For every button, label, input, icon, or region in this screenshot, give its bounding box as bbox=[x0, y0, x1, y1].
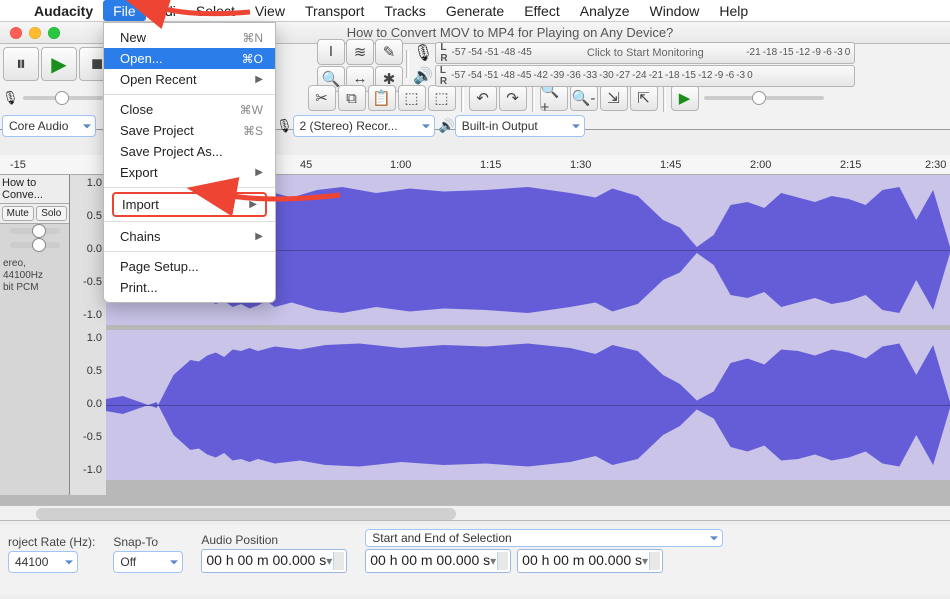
snap-to-label: Snap-To bbox=[113, 535, 183, 549]
zoom-in-button[interactable]: 🔍+ bbox=[540, 85, 568, 111]
menu-export[interactable]: Export bbox=[104, 162, 275, 183]
mac-menubar[interactable]: Audacity File Edi Select View Transport … bbox=[0, 0, 950, 22]
track-name-label[interactable]: How to Conve... bbox=[2, 177, 67, 201]
envelope-tool-icon[interactable]: ≋ bbox=[346, 39, 374, 65]
redo-button[interactable]: ↷ bbox=[499, 85, 527, 111]
pause-button[interactable]: ⏸ bbox=[3, 47, 39, 81]
speaker-icon: 🔊 bbox=[413, 66, 433, 86]
project-rate-select[interactable]: 44100 bbox=[8, 551, 78, 573]
selection-tool-icon[interactable]: I bbox=[317, 39, 345, 65]
apple-menu-icon[interactable] bbox=[8, 8, 24, 13]
mic-device-icon: 🎙 bbox=[276, 118, 293, 134]
menubar-transport[interactable]: Transport bbox=[295, 0, 374, 21]
pan-slider[interactable] bbox=[10, 242, 60, 248]
waveform-right-channel[interactable] bbox=[106, 330, 950, 480]
app-name[interactable]: Audacity bbox=[24, 0, 103, 21]
play-speed-slider[interactable] bbox=[704, 96, 824, 100]
menu-close[interactable]: Close⌘W bbox=[104, 99, 275, 120]
play-button[interactable]: ▶ bbox=[41, 47, 77, 81]
playback-meter[interactable]: LR -57-54-51-48-45-42-39-36-33-30-27-24-… bbox=[435, 65, 855, 87]
solo-button[interactable]: Solo bbox=[36, 206, 68, 221]
menubar-tracks[interactable]: Tracks bbox=[374, 0, 435, 21]
mic-gain-icon: 🎙 bbox=[2, 90, 19, 106]
menu-chains[interactable]: Chains bbox=[104, 226, 275, 247]
tool-palette: I ≋ ✎ 🔍 ↔ ✱ bbox=[316, 38, 402, 91]
draw-tool-icon[interactable]: ✎ bbox=[375, 39, 403, 65]
selection-end-field[interactable]: 00 h 00 m 00.000 s▾ bbox=[517, 549, 663, 573]
menu-open[interactable]: Open...⌘O bbox=[104, 48, 275, 69]
mic-icon: 🎙 bbox=[413, 43, 433, 63]
track-control-panel[interactable]: How to Conve... Mute Solo ereo, 44100Hz … bbox=[0, 175, 70, 495]
project-rate-label: roject Rate (Hz): bbox=[8, 535, 95, 549]
silence-button[interactable]: ⬚ bbox=[428, 85, 456, 111]
audio-position-field[interactable]: 00 h 00 m 00.000 s▾ bbox=[201, 549, 347, 573]
trim-button[interactable]: ⬚ bbox=[398, 85, 426, 111]
menubar-generate[interactable]: Generate bbox=[436, 0, 514, 21]
callout-arrow-file-icon bbox=[150, 0, 260, 22]
window-zoom-icon[interactable] bbox=[48, 27, 60, 39]
selection-toolbar: roject Rate (Hz): 44100 Snap-To Off Audi… bbox=[0, 525, 950, 595]
fit-selection-button[interactable]: ⇲ bbox=[600, 85, 628, 111]
paste-button[interactable]: 📋 bbox=[368, 85, 396, 111]
menu-save-project-as[interactable]: Save Project As... bbox=[104, 141, 275, 162]
cut-button[interactable]: ✂ bbox=[308, 85, 336, 111]
menubar-window[interactable]: Window bbox=[640, 0, 710, 21]
menubar-analyze[interactable]: Analyze bbox=[570, 0, 640, 21]
window-close-icon[interactable] bbox=[10, 27, 22, 39]
track-format-info: ereo, 44100Hz bit PCM bbox=[0, 256, 69, 296]
recording-meter[interactable]: LR -57-54-51-48-45 Click to Start Monito… bbox=[435, 42, 855, 64]
recording-volume-slider[interactable] bbox=[23, 96, 103, 100]
file-menu-dropdown[interactable]: New⌘N Open...⌘O Open Recent Close⌘W Save… bbox=[103, 22, 276, 303]
gain-slider[interactable] bbox=[10, 228, 60, 234]
speaker-device-icon: 🔊 bbox=[439, 118, 455, 134]
menubar-effect[interactable]: Effect bbox=[514, 0, 570, 21]
mute-button[interactable]: Mute bbox=[2, 206, 34, 221]
fit-project-button[interactable]: ⇱ bbox=[630, 85, 658, 111]
menu-open-recent[interactable]: Open Recent bbox=[104, 69, 275, 90]
amplitude-scale: 1.0 0.5 0.0 -0.5 -1.0 1.0 0.5 0.0 -0.5 -… bbox=[70, 175, 106, 495]
menu-page-setup[interactable]: Page Setup... bbox=[104, 256, 275, 277]
recording-device-select[interactable]: 2 (Stereo) Recor... bbox=[293, 115, 435, 137]
play-at-speed-button[interactable]: ▶ bbox=[671, 85, 699, 111]
undo-button[interactable]: ↶ bbox=[469, 85, 497, 111]
playback-device-select[interactable]: Built-in Output bbox=[455, 115, 585, 137]
audio-host-select[interactable]: Core Audio bbox=[2, 115, 96, 137]
menubar-help[interactable]: Help bbox=[709, 0, 758, 21]
callout-arrow-import-icon bbox=[220, 185, 350, 215]
zoom-out-button[interactable]: 🔍- bbox=[570, 85, 598, 111]
copy-button[interactable]: ⧉ bbox=[338, 85, 366, 111]
menu-print[interactable]: Print... bbox=[104, 277, 275, 298]
menu-save-project[interactable]: Save Project⌘S bbox=[104, 120, 275, 141]
menu-new[interactable]: New⌘N bbox=[104, 27, 275, 48]
snap-to-select[interactable]: Off bbox=[113, 551, 183, 573]
horizontal-scrollbar[interactable] bbox=[0, 505, 950, 521]
selection-mode-select[interactable]: Start and End of Selection bbox=[365, 529, 723, 547]
menubar-file[interactable]: File bbox=[103, 0, 146, 21]
audio-position-label: Audio Position bbox=[201, 533, 347, 547]
window-minimize-icon[interactable] bbox=[29, 27, 41, 39]
selection-start-field[interactable]: 00 h 00 m 00.000 s▾ bbox=[365, 549, 511, 573]
